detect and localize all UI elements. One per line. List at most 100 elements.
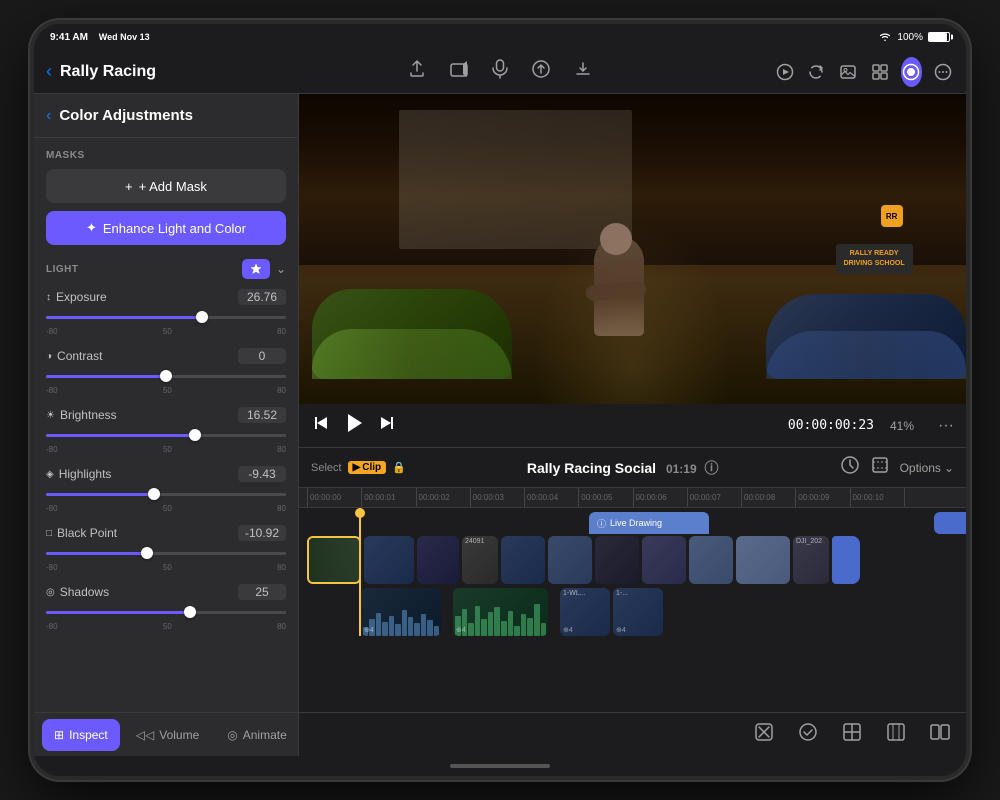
clip-block[interactable] (417, 536, 459, 584)
next-frame-button[interactable] (379, 414, 397, 437)
clip-label: 24091 (465, 538, 484, 545)
clip-block[interactable] (595, 536, 639, 584)
play-circle-btn[interactable] (774, 57, 796, 87)
rr-logo: RR (881, 205, 903, 227)
audio-clip-icon: ⊕4 (563, 626, 573, 634)
checkmark-button[interactable] (798, 722, 818, 747)
video-controls-bar: 00:00:00:23 41% ··· (299, 404, 966, 448)
timeline-header: Select ▶ Clip 🔒 Rally Racing Social 01:1… (299, 448, 966, 488)
options-chevron: ⌄ (944, 461, 954, 475)
clip-block[interactable] (548, 536, 592, 584)
live-drawing-icon: ⓘ (597, 517, 606, 530)
clip-block[interactable]: 24091 (462, 536, 498, 584)
volume-label: Volume (159, 728, 199, 742)
video-preview: RALLY READYDRIVING SCHOOL RR (299, 94, 966, 404)
mic-icon[interactable] (491, 59, 509, 84)
shadows-slider[interactable] (46, 604, 286, 620)
clip-block[interactable] (736, 536, 790, 584)
tab-inspect[interactable]: ⊞ Inspect (42, 719, 120, 751)
brightness-adjustment: ☀ Brightness 16.52 (46, 407, 286, 454)
enhance-button[interactable]: ✦ Enhance Light and Color (46, 211, 286, 245)
clip-label: Clip (362, 462, 381, 473)
timeline-project-title: Rally Racing Social 01:19 ⓘ (406, 458, 840, 478)
brightness-icon: ☀ (46, 410, 55, 421)
highlights-label: ◈ Highlights (46, 467, 111, 481)
shadows-value[interactable]: 25 (238, 584, 286, 600)
audio-clip-icon: ⊕4 (364, 626, 374, 634)
prev-frame-button[interactable] (311, 414, 329, 437)
panel-back-button[interactable]: ‹ (46, 107, 51, 125)
blackpoint-value[interactable]: -10.92 (238, 525, 286, 541)
rally-sign: RALLY READYDRIVING SCHOOL (836, 244, 913, 274)
inspect-label: Inspect (69, 728, 108, 742)
auto-enhance-btn[interactable] (242, 259, 270, 279)
tab-volume[interactable]: ◁◁ Volume (124, 719, 212, 751)
contrast-slider[interactable] (46, 368, 286, 384)
live-drawing-clip[interactable]: ⓘ Live Drawing (589, 512, 709, 534)
upload-icon[interactable] (531, 59, 551, 84)
audio-clip[interactable]: ⊕4 (361, 588, 441, 636)
more-circle-btn[interactable] (932, 57, 954, 87)
clip-block[interactable]: DJI_202 (793, 536, 829, 584)
clip-selected[interactable] (307, 536, 361, 584)
share-icon[interactable] (407, 59, 427, 84)
download-icon[interactable] (573, 59, 593, 84)
blackpoint-slider[interactable] (46, 545, 286, 561)
exposure-value[interactable]: 26.76 (238, 289, 286, 305)
playhead[interactable] (359, 508, 361, 636)
more-options-btn[interactable]: ··· (938, 417, 954, 435)
light-chevron[interactable]: ⌄ (276, 262, 286, 276)
animate-label: Animate (243, 728, 287, 742)
contrast-icon: ◑ (46, 351, 52, 362)
timeline-right-controls: Options ⌄ (840, 455, 954, 480)
clip-block[interactable] (689, 536, 733, 584)
camera-icon[interactable] (449, 59, 469, 84)
photo-btn[interactable] (837, 57, 859, 87)
highlights-slider[interactable] (46, 486, 286, 502)
audio-clip[interactable]: 1-... ⊕4 (613, 588, 663, 636)
trim-button[interactable] (842, 722, 862, 747)
timeline-info-icon[interactable]: ⓘ (705, 460, 719, 476)
exposure-slider[interactable] (46, 309, 286, 325)
clip-block[interactable] (501, 536, 545, 584)
contrast-value[interactable]: 0 (238, 348, 286, 364)
loop-btn[interactable] (806, 57, 828, 87)
blackpoint-icon: □ (46, 528, 52, 539)
delete-button[interactable] (754, 722, 774, 747)
audio-clip[interactable]: ⊕4 (453, 588, 548, 636)
live-drawing-label: Live Drawing (610, 518, 662, 528)
blackpoint-label: □ Black Point (46, 526, 117, 540)
light-section: LIGHT ⌄ (46, 259, 286, 631)
clip-block[interactable] (642, 536, 686, 584)
clip-block[interactable] (364, 536, 414, 584)
nav-back-button[interactable]: ‹ (46, 61, 52, 82)
status-bar: 9:41 AM Wed Nov 13 100% (34, 24, 966, 50)
options-button[interactable]: Options ⌄ (900, 461, 954, 475)
ruler-mark: 00:00:04 (524, 488, 578, 508)
brightness-value[interactable]: 16.52 (238, 407, 286, 423)
record-btn[interactable] (901, 57, 923, 87)
nav-title: Rally Racing (60, 63, 156, 81)
grid-btn[interactable] (869, 57, 891, 87)
ruler-mark: 00:00:02 (416, 488, 470, 508)
speed-icon[interactable] (840, 455, 860, 480)
nav-bar: ‹ Rally Racing (34, 50, 966, 94)
multi-view-button[interactable] (930, 722, 950, 747)
brightness-slider[interactable] (46, 427, 286, 443)
zoom-level: 41% (890, 419, 914, 433)
clip-play-icon: ▶ (353, 462, 361, 473)
crop-icon[interactable] (870, 455, 890, 480)
panel-content: MASKS + + Add Mask ✦ Enhance Light and C… (34, 138, 298, 712)
audio-clip[interactable]: 1-WL... ⊕4 (560, 588, 610, 636)
tab-animate[interactable]: ◎ Animate (215, 719, 299, 751)
clip-end-block[interactable] (832, 536, 860, 584)
highlights-icon: ◈ (46, 469, 54, 480)
clip-label: 1-WL... (563, 590, 586, 597)
highlights-value[interactable]: -9.43 (238, 466, 286, 482)
crop-action-button[interactable] (886, 722, 906, 747)
play-button[interactable] (343, 412, 365, 440)
highlights-adjustment: ◈ Highlights -9.43 (46, 466, 286, 513)
add-mask-button[interactable]: + + Add Mask (46, 169, 286, 203)
right-area: RALLY READYDRIVING SCHOOL RR (299, 94, 966, 756)
blackpoint-adjustment: □ Black Point -10.92 (46, 525, 286, 572)
